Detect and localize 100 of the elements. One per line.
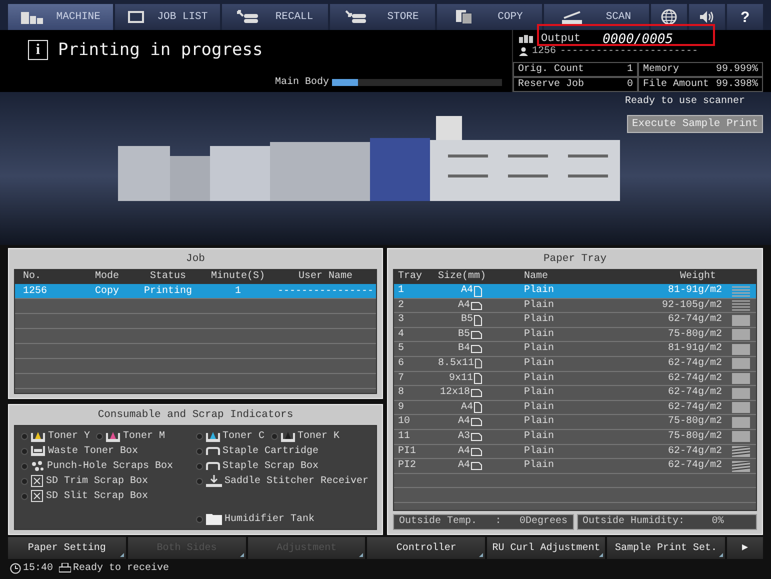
function-button[interactable]: Controller xyxy=(367,537,486,559)
indicator-label: Humidifier Tank xyxy=(224,514,315,524)
status-dot xyxy=(21,478,28,484)
status-dot xyxy=(196,462,202,470)
status-dot xyxy=(21,432,28,440)
nav-tab[interactable]: SCAN xyxy=(544,4,650,30)
tray-row[interactable]: PI2 A4 Plain 62-74g/m2 xyxy=(394,459,756,474)
column-header: Status xyxy=(148,270,187,284)
toner-box-icon xyxy=(280,433,295,442)
paper-level-icon xyxy=(732,373,750,384)
status-dot xyxy=(196,432,202,440)
globe-icon xyxy=(661,9,678,25)
paper-level-icon xyxy=(732,286,750,296)
column-header: Name xyxy=(523,270,550,284)
indicator-label: Toner M xyxy=(123,430,166,442)
scanner-status: Ready to use scanner xyxy=(624,96,746,107)
speaker-icon xyxy=(699,10,716,24)
user-name: ----------------------- xyxy=(560,46,698,57)
counter-icon xyxy=(519,35,533,43)
paper-level-icon xyxy=(732,300,750,312)
scrap-box-icon xyxy=(31,475,43,487)
nav-tab[interactable]: RECALL xyxy=(222,4,328,30)
indicator-label: Staple Cartridge xyxy=(222,446,319,456)
job-number: 1256 xyxy=(532,46,556,57)
next-button[interactable]: ▶ xyxy=(726,537,763,559)
tray-row[interactable]: PI1 A4 Plain 62-74g/m2 xyxy=(394,444,756,460)
indicator-label: Punch-Hole Scraps Box xyxy=(47,460,174,472)
toner-box-icon xyxy=(106,433,120,442)
nav-icon-button[interactable] xyxy=(689,4,726,30)
indicator-label: SD Slit Scrap Box xyxy=(46,490,148,502)
indicator-label: Waste Toner Box xyxy=(48,446,138,456)
paper-level-icon xyxy=(732,344,750,355)
status-message: Ready to receive xyxy=(73,563,170,574)
stack-arrow-icon xyxy=(345,10,368,24)
paper-level-icon xyxy=(732,388,750,399)
status-dot xyxy=(270,432,278,440)
stat-label: File Amount xyxy=(643,78,710,91)
main-body-label: Main Body xyxy=(274,77,329,88)
help-button[interactable]: ? xyxy=(727,4,764,30)
clock-icon xyxy=(10,563,21,574)
tray-row[interactable]: 9 A4 Plain 62-74g/m2 xyxy=(394,400,756,416)
paper-level-icon xyxy=(732,314,750,326)
indicator-label: Toner K xyxy=(298,430,340,442)
job-row[interactable]: 1256 Copy Printing 1 ---------------- xyxy=(15,284,376,299)
paper-level-icon xyxy=(732,416,750,428)
status-dot xyxy=(196,448,202,454)
tray-row[interactable]: 7 9x11 Plain 62-74g/m2 xyxy=(394,372,756,386)
tray-row[interactable]: 2 A4 Plain 92-105g/m2 xyxy=(394,298,756,314)
status-dot xyxy=(196,516,202,522)
indicator-label: SD Trim Scrap Box xyxy=(46,476,148,486)
panel-title: Job xyxy=(185,252,206,267)
output-label: Output xyxy=(541,33,581,45)
tray-row[interactable]: 6 8.5x11 Plain 62-74g/m2 xyxy=(394,356,756,372)
status-dot xyxy=(96,432,104,440)
tray-row[interactable]: 11 A3 Plain 75-80g/m2 xyxy=(394,430,756,445)
indicator-label: Saddle Stitcher Receiver xyxy=(224,476,369,486)
paper-level-icon xyxy=(732,358,750,370)
sample-print-button[interactable]: Execute Sample Print xyxy=(626,115,763,133)
paper-level-icon xyxy=(732,431,750,442)
nav-tab[interactable]: STORE xyxy=(330,4,435,30)
scanner-icon xyxy=(562,10,582,24)
tray-row[interactable]: 5 B4 Plain 81-91g/m2 xyxy=(394,342,756,357)
scrap-box-icon xyxy=(31,490,43,502)
tray-row[interactable]: 3 B5 Plain 62-74g/m2 xyxy=(394,313,756,328)
clock-time: 15:40 xyxy=(23,563,54,574)
status-dot xyxy=(21,492,28,500)
list-icon xyxy=(128,11,144,23)
info-icon: i xyxy=(28,40,48,60)
temperature-box: Outside Temp. : 0Degrees xyxy=(393,514,574,530)
stat-value: 1 xyxy=(626,63,633,76)
stat-label: Orig. Count xyxy=(518,63,584,76)
nav-tab[interactable]: MACHINE xyxy=(8,4,114,30)
stat-value: 99.398% xyxy=(716,78,758,91)
column-header: Minute(S) xyxy=(210,270,266,284)
nav-tab[interactable]: COPY xyxy=(436,4,542,30)
column-header: Mode xyxy=(94,270,120,284)
column-header: Weight xyxy=(678,270,717,284)
user-icon xyxy=(519,47,528,56)
toner-box-icon xyxy=(31,433,45,442)
tray-row[interactable]: 4 B5 Plain 75-80g/m2 xyxy=(394,328,756,342)
function-button[interactable]: Paper Setting xyxy=(8,537,126,559)
function-button[interactable]: Sample Print Set. xyxy=(607,537,725,559)
stat-label: Reserve Job xyxy=(518,78,584,91)
status-dot xyxy=(21,448,28,454)
nav-tab[interactable]: JOB LIST xyxy=(115,4,220,30)
paper-level-icon xyxy=(732,329,750,340)
toner-box-icon xyxy=(206,433,220,442)
waste-box-icon xyxy=(31,446,45,456)
nav-icon-button[interactable] xyxy=(651,4,688,30)
column-header: Size(mm) xyxy=(438,270,488,284)
indicator-label: Staple Scrap Box xyxy=(222,460,319,472)
punch-scrap-icon xyxy=(31,460,44,472)
status-dot xyxy=(21,462,28,470)
tray-row[interactable]: 10 A4 Plain 75-80g/m2 xyxy=(394,415,756,430)
tray-row[interactable]: 1 A4 Plain 81-91g/m2 xyxy=(394,284,756,299)
status-title: Printing in progress xyxy=(58,40,263,60)
column-header: No. xyxy=(23,270,42,284)
stat-value: 99.999% xyxy=(716,63,758,76)
function-button[interactable]: RU Curl Adjustment xyxy=(487,537,606,559)
tray-row[interactable]: 8 12x18 Plain 62-74g/m2 xyxy=(394,386,756,401)
